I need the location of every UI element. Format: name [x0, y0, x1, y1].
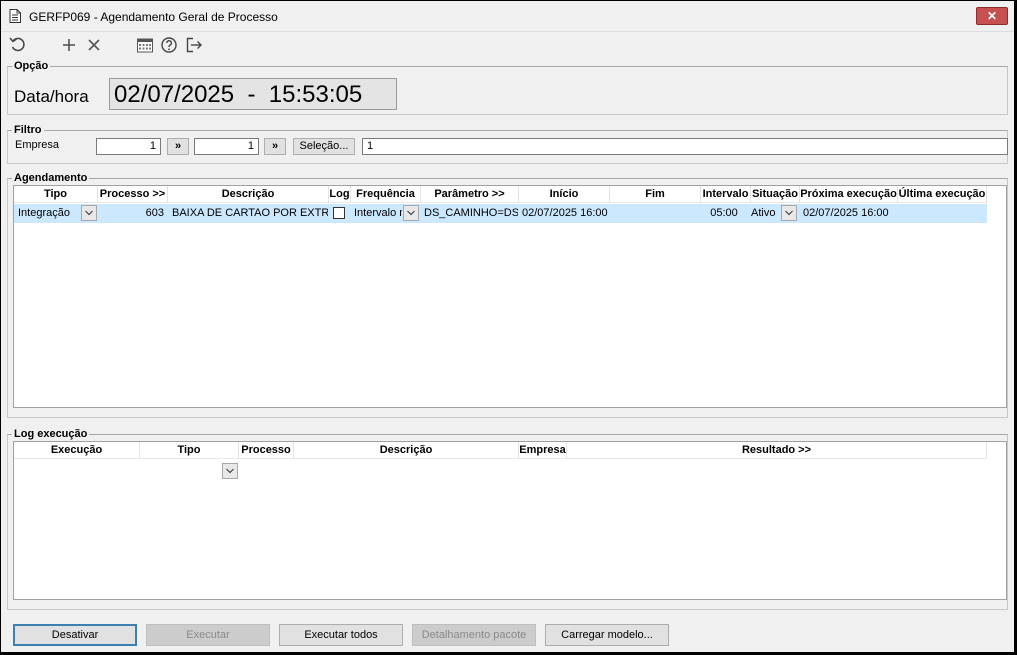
- cell-processo: 603: [145, 207, 164, 219]
- table-row[interactable]: Integração 603 BAIXA DE CARTAO POR EXTRA…: [14, 204, 987, 223]
- close-icon: ✕: [986, 9, 998, 23]
- log-execucao-group: Log execução Execução Tipo Processo Desc…: [7, 428, 1008, 610]
- col-log[interactable]: Log: [329, 186, 351, 203]
- col-log-resultado[interactable]: Resultado >>: [567, 442, 987, 459]
- tipo-dropdown[interactable]: [81, 205, 97, 221]
- empresa-to-input[interactable]: 1: [194, 138, 259, 155]
- log-checkbox[interactable]: [333, 207, 345, 219]
- cell-parametro: DS_CAMINHO=DS_: [424, 207, 518, 219]
- col-log-tipo[interactable]: Tipo: [140, 442, 239, 459]
- empresa-from-nav-button[interactable]: »: [167, 138, 189, 155]
- selection-field[interactable]: 1: [362, 138, 1008, 155]
- situacao-dropdown[interactable]: [781, 205, 797, 221]
- col-proxima-execucao[interactable]: Próxima execução: [800, 186, 898, 203]
- cell-situacao: Ativo: [751, 207, 776, 219]
- col-execucao[interactable]: Execução: [14, 442, 140, 459]
- log-execucao-legend: Log execução: [14, 428, 88, 440]
- col-situacao[interactable]: Situação: [751, 186, 800, 203]
- col-tipo[interactable]: Tipo: [14, 186, 98, 203]
- desativar-button[interactable]: Desativar: [13, 624, 137, 646]
- close-button[interactable]: ✕: [976, 7, 1008, 25]
- cell-frequencia: Intervalo m: [354, 207, 402, 219]
- title-bar: GERFP069 - Agendamento Geral de Processo…: [1, 1, 1014, 32]
- chevron-down-icon: [85, 210, 93, 216]
- col-frequencia[interactable]: Frequência: [351, 186, 421, 203]
- datahora-label: Data/hora: [14, 87, 89, 106]
- chevron-down-icon: [785, 210, 793, 216]
- log-execucao-grid[interactable]: Execução Tipo Processo Descrição Empresa…: [13, 441, 1007, 600]
- col-inicio[interactable]: Início: [519, 186, 610, 203]
- main-window: GERFP069 - Agendamento Geral de Processo…: [0, 0, 1015, 653]
- document-icon: [9, 9, 21, 23]
- empresa-from-input[interactable]: 1: [96, 138, 161, 155]
- opcao-group: Opção Data/hora 02/07/2025 - 15:53:05: [7, 60, 1008, 115]
- cell-tipo: Integração: [18, 207, 70, 219]
- cell-intervalo: 05:00: [710, 207, 738, 219]
- datahora-field: 02/07/2025 - 15:53:05: [109, 78, 397, 110]
- selecao-button[interactable]: Seleção...: [293, 138, 355, 155]
- cell-inicio: 02/07/2025 16:00: [522, 207, 608, 219]
- col-fim[interactable]: Fim: [610, 186, 701, 203]
- agendamento-group: Agendamento Tipo Processo >> Descrição L…: [7, 172, 1008, 418]
- cell-descricao: BAIXA DE CARTAO POR EXTRATO: [172, 207, 328, 219]
- delete-icon[interactable]: [84, 35, 104, 55]
- col-log-descricao[interactable]: Descrição: [294, 442, 519, 459]
- agendamento-legend: Agendamento: [14, 172, 88, 184]
- empresa-to-nav-button[interactable]: »: [264, 138, 286, 155]
- exit-icon[interactable]: [184, 35, 204, 55]
- col-descricao[interactable]: Descrição: [168, 186, 329, 203]
- empresa-label: Empresa: [15, 139, 60, 151]
- col-processo[interactable]: Processo >>: [98, 186, 168, 203]
- window-title: GERFP069 - Agendamento Geral de Processo: [29, 10, 278, 24]
- detalhamento-pacote-button[interactable]: Detalhamento pacote: [412, 624, 536, 646]
- filtro-group: Filtro Empresa 1 » 1 » Seleção... 1: [7, 124, 1008, 164]
- executar-button[interactable]: Executar: [146, 624, 270, 646]
- chevron-down-icon: [407, 210, 415, 216]
- executar-todos-button[interactable]: Executar todos: [279, 624, 403, 646]
- agendamento-grid[interactable]: Tipo Processo >> Descrição Log Frequênci…: [13, 185, 1007, 408]
- cell-proxima-execucao: 02/07/2025 16:00: [803, 207, 889, 219]
- refresh-icon[interactable]: [8, 35, 28, 55]
- toolbar: [1, 32, 1014, 58]
- col-parametro[interactable]: Parâmetro >>: [421, 186, 519, 203]
- col-intervalo[interactable]: Intervalo: [701, 186, 751, 203]
- frequencia-dropdown[interactable]: [403, 205, 419, 221]
- carregar-modelo-button[interactable]: Carregar modelo...: [545, 624, 669, 646]
- cell-ultima-execucao: [901, 204, 987, 223]
- help-icon[interactable]: [159, 35, 179, 55]
- chevron-down-icon: [226, 468, 234, 474]
- col-log-empresa[interactable]: Empresa: [519, 442, 567, 459]
- col-ultima-execucao[interactable]: Última execução: [898, 186, 987, 203]
- filtro-legend: Filtro: [14, 124, 42, 136]
- cell-fim: [613, 204, 699, 223]
- log-tipo-dropdown[interactable]: [222, 463, 238, 479]
- opcao-legend: Opção: [14, 60, 49, 72]
- calendar-icon[interactable]: [135, 35, 155, 55]
- col-log-processo[interactable]: Processo: [239, 442, 294, 459]
- add-icon[interactable]: [59, 35, 79, 55]
